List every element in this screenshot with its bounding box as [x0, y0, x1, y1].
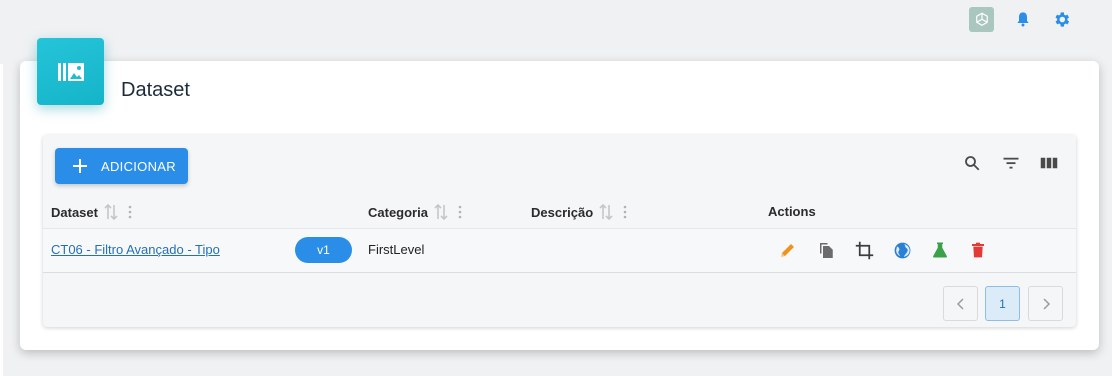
plus-icon: [73, 159, 87, 173]
library-image-icon: [37, 38, 104, 105]
column-header-label: Actions: [768, 204, 816, 219]
column-header-categoria[interactable]: Categoria: [368, 204, 462, 220]
gear-icon[interactable]: [1051, 7, 1071, 31]
filter-icon[interactable]: [1001, 153, 1021, 173]
add-button[interactable]: ADICIONAR: [55, 148, 188, 184]
column-menu-icon[interactable]: [458, 205, 462, 219]
copy-icon[interactable]: [816, 240, 836, 260]
sort-icon[interactable]: [434, 204, 448, 220]
page-title: Dataset: [121, 79, 190, 101]
sort-icon[interactable]: [104, 204, 118, 220]
search-icon[interactable]: [962, 153, 982, 173]
add-button-label: ADICIONAR: [101, 158, 176, 174]
version-badge[interactable]: v1: [295, 237, 352, 263]
column-menu-icon[interactable]: [623, 205, 627, 219]
dataset-link[interactable]: CT06 - Filtro Avançado - Tipo: [51, 242, 220, 257]
column-header-descricao[interactable]: Descrição: [531, 204, 627, 220]
bell-icon[interactable]: [1014, 7, 1032, 31]
categoria-cell: FirstLevel: [368, 242, 425, 257]
row-divider: [43, 228, 1076, 229]
chevron-left-icon: [956, 297, 964, 310]
edit-icon[interactable]: [778, 240, 798, 260]
row-divider: [43, 272, 1076, 273]
column-menu-icon[interactable]: [128, 205, 132, 219]
sort-icon[interactable]: [599, 204, 613, 220]
pagination-prev-button[interactable]: [943, 286, 978, 321]
column-header-label: Descrição: [531, 204, 594, 220]
openai-icon[interactable]: [969, 7, 994, 32]
side-strip: [0, 64, 3, 376]
column-header-label: Categoria: [368, 204, 428, 220]
pagination-page-button[interactable]: 1: [985, 286, 1020, 321]
chevron-right-icon: [1042, 297, 1050, 310]
columns-icon[interactable]: [1039, 153, 1059, 173]
column-header-dataset[interactable]: Dataset: [51, 204, 132, 220]
globe-icon[interactable]: [892, 240, 912, 260]
pagination-next-button[interactable]: [1028, 286, 1063, 321]
delete-icon[interactable]: [968, 240, 988, 260]
crop-icon[interactable]: [854, 240, 874, 260]
flask-icon[interactable]: [930, 240, 950, 260]
column-header-actions: Actions: [768, 204, 816, 219]
column-header-label: Dataset: [51, 204, 98, 220]
